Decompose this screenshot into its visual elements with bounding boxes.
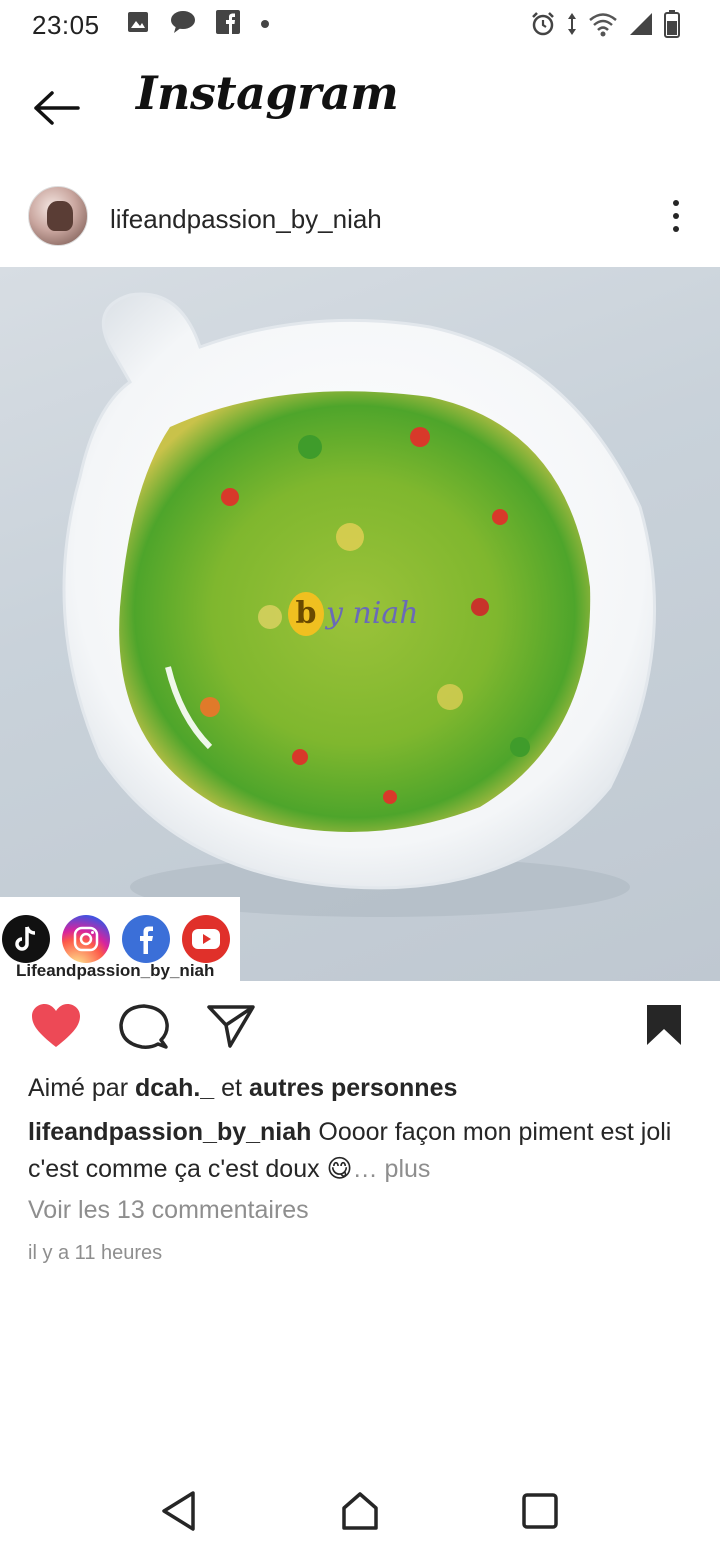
wifi-icon	[588, 11, 618, 42]
more-vertical-icon-dot	[673, 226, 679, 232]
likes-summary[interactable]: Aimé par dcah._ et autres personnes	[28, 1074, 457, 1103]
likes-prefix: Aimé par	[28, 1074, 129, 1102]
instagram-logo: Instagram	[136, 66, 399, 120]
social-strip: Lifeandpassion_by_niah	[0, 897, 240, 981]
share-button[interactable]	[206, 1003, 256, 1054]
send-icon	[206, 1005, 256, 1053]
caption-more-link[interactable]: … plus	[353, 1155, 431, 1183]
chat-bubble-icon	[170, 10, 196, 39]
battery-icon	[664, 10, 680, 43]
avatar[interactable]	[28, 186, 88, 246]
system-icons	[530, 10, 680, 43]
more-options-button[interactable]	[664, 196, 688, 236]
likes-others[interactable]: autres personnes	[249, 1074, 457, 1102]
arrow-left-icon	[32, 90, 80, 131]
youtube-icon	[182, 915, 230, 963]
facebook-icon	[216, 10, 240, 39]
post-header: lifeandpassion_by_niah	[0, 168, 720, 266]
heart-icon	[30, 1004, 82, 1053]
post-caption: lifeandpassion_by_niah Oooor façon mon p…	[28, 1114, 698, 1188]
nav-back-icon	[160, 1491, 198, 1536]
dot-icon	[260, 16, 270, 34]
avatar-figure	[47, 201, 73, 231]
post-username[interactable]: lifeandpassion_by_niah	[110, 204, 382, 235]
image-icon	[126, 10, 150, 39]
more-vertical-icon-dot	[673, 213, 679, 219]
post-timestamp: il y a 11 heures	[28, 1242, 163, 1264]
more-vertical-icon-dot	[673, 200, 679, 206]
social-icons	[2, 915, 230, 963]
nav-recents-button[interactable]	[520, 1490, 560, 1537]
bookmark-icon	[644, 1005, 684, 1051]
view-comments-link[interactable]: Voir les 13 commentaires	[28, 1196, 309, 1225]
save-button[interactable]	[644, 1003, 684, 1052]
system-nav-bar	[0, 1466, 720, 1560]
post-image[interactable]: by niah Lifeandpassion_by_niah	[0, 267, 720, 981]
watermark-text: y niah	[326, 596, 419, 631]
nav-back-button[interactable]	[160, 1490, 198, 1537]
watermark-badge: b	[288, 592, 324, 636]
likes-user[interactable]: dcah._	[135, 1074, 214, 1102]
instagram-icon	[62, 915, 110, 963]
tiktok-icon	[2, 915, 50, 963]
nav-home-icon	[340, 1492, 380, 1536]
notification-icons	[126, 10, 270, 39]
status-time: 23:05	[32, 10, 100, 40]
signal-icon	[628, 11, 654, 42]
alarm-icon	[530, 11, 556, 42]
status-bar: 23:05	[0, 0, 720, 50]
nav-home-button[interactable]	[340, 1490, 380, 1537]
like-button[interactable]	[30, 1003, 82, 1054]
watermark: by niah	[288, 592, 419, 636]
facebook-icon	[122, 915, 170, 963]
app-bar: Instagram	[0, 50, 720, 168]
data-arrows-icon	[566, 11, 578, 42]
post-actions	[0, 981, 720, 1071]
back-button[interactable]	[28, 86, 84, 134]
likes-conjunction: et	[221, 1074, 243, 1102]
caption-username[interactable]: lifeandpassion_by_niah	[28, 1118, 311, 1146]
social-handle: Lifeandpassion_by_niah	[16, 961, 215, 980]
comment-button[interactable]	[118, 1003, 170, 1056]
comment-icon	[118, 1004, 170, 1055]
nav-recents-icon	[520, 1493, 560, 1536]
